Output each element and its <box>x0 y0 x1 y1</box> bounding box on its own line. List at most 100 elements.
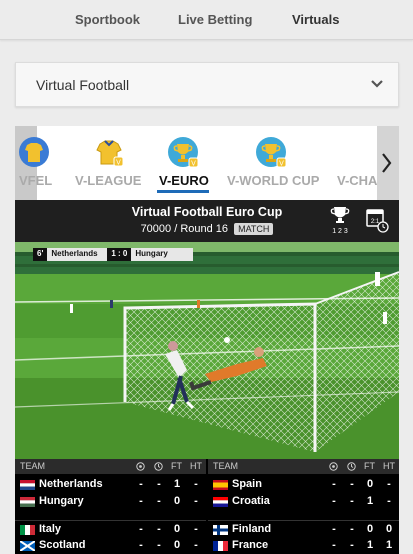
tab-virtuals[interactable]: Virtuals <box>292 12 339 27</box>
svg-text:V: V <box>191 161 196 168</box>
soccer-ball-icon <box>329 462 338 471</box>
ht-score: 1 <box>385 539 393 551</box>
score-cell: - <box>157 539 161 551</box>
results-table: TEAM FT HT TEAM FT HT Netherlands - - 1 … <box>15 459 399 554</box>
croatia-flag-icon <box>213 497 228 507</box>
ht-score: - <box>194 495 198 507</box>
tab-live-betting[interactable]: Live Betting <box>178 12 252 27</box>
trophy-icon: V <box>168 137 199 168</box>
match-button[interactable]: MATCH <box>234 223 274 235</box>
header-ht: HT <box>383 461 395 471</box>
table-row[interactable]: Italy - - 0 - <box>15 520 206 537</box>
netherlands-flag-icon <box>20 480 35 490</box>
table-row[interactable]: Scotland - - 0 - <box>15 537 206 554</box>
clock-icon <box>154 462 163 471</box>
match-video[interactable]: 6' Netherlands 1 : 0 Hungary <box>15 242 399 459</box>
top-nav: Sportbook Live Betting Virtuals <box>0 0 413 40</box>
team-name: Netherlands <box>39 478 103 490</box>
scotland-flag-icon <box>20 541 35 551</box>
table-row[interactable]: Finland - - 0 0 <box>208 520 399 537</box>
header-team: TEAM <box>20 461 46 471</box>
header-ht: HT <box>190 461 202 471</box>
france-flag-icon <box>213 541 228 551</box>
score-cell: - <box>139 478 143 490</box>
score-cell: - <box>139 539 143 551</box>
active-league-underline <box>157 190 209 193</box>
results-header-left: TEAM FT HT <box>15 459 206 474</box>
score-cell: - <box>332 495 336 507</box>
ft-score: 0 <box>366 478 374 490</box>
league-v-world-cup[interactable]: V V-WORLD CUP <box>225 126 321 200</box>
score-cell: - <box>350 495 354 507</box>
score-cell: - <box>157 495 161 507</box>
ft-score: 0 <box>366 523 374 535</box>
table-row[interactable]: Spain - - 0 - <box>208 476 399 493</box>
team-name: France <box>232 539 269 551</box>
clock-icon <box>347 462 356 471</box>
header-team: TEAM <box>213 461 239 471</box>
event-info-bar: Virtual Football Euro Cup 70000 / Round … <box>15 200 399 242</box>
svg-text:V: V <box>279 161 284 168</box>
ht-score: - <box>387 478 391 490</box>
score-cell: - <box>139 495 143 507</box>
league-vfel[interactable]: VFEL <box>15 126 59 200</box>
scorebug-away: Hungary <box>131 248 194 261</box>
score-cell: - <box>332 478 336 490</box>
ht-score: 0 <box>385 523 393 535</box>
jersey-icon <box>19 137 49 167</box>
tab-sportbook[interactable]: Sportbook <box>75 12 140 27</box>
ft-score: 1 <box>366 495 374 507</box>
league-v-euro[interactable]: V V-EURO <box>157 126 209 200</box>
pitch-scene <box>15 242 399 459</box>
team-name: Spain <box>232 478 262 490</box>
ft-score: 1 <box>173 478 181 490</box>
league-v-league[interactable]: V V-LEAGUE <box>73 126 151 200</box>
results-header-right: TEAM FT HT <box>208 459 399 474</box>
ft-score: 1 <box>366 539 374 551</box>
score-cell: - <box>350 539 354 551</box>
match-minute: 6' <box>33 248 48 261</box>
section-label: Virtual Football <box>36 77 130 93</box>
ht-score: - <box>194 539 198 551</box>
round-text: 70000 / Round 16 <box>140 223 229 235</box>
trophy-icon: V <box>256 137 287 168</box>
table-row[interactable]: Netherlands - - 1 - <box>15 476 206 493</box>
score-cell: - <box>332 539 336 551</box>
ht-score: - <box>387 495 391 507</box>
header-ft: FT <box>364 461 375 471</box>
finland-flag-icon <box>213 525 228 535</box>
scorebug-score: 1 : 0 <box>107 248 132 261</box>
chevron-right-icon <box>382 153 392 173</box>
league-label: VFEL <box>19 173 53 188</box>
team-name: Hungary <box>39 495 84 507</box>
scroll-right-button[interactable] <box>377 126 399 200</box>
section-dropdown[interactable]: Virtual Football <box>15 62 399 107</box>
ball <box>224 337 230 343</box>
virtual-game-panel: VFEL V V-LEAGUE V V-EURO V V-WORLD CUP V… <box>15 126 399 554</box>
league-label: V-LEAGUE <box>75 173 142 188</box>
ft-score: 0 <box>173 539 181 551</box>
scorebug-home: Netherlands <box>47 248 108 261</box>
ft-score: 0 <box>173 495 181 507</box>
italy-flag-icon <box>20 525 35 535</box>
header-ft: FT <box>171 461 182 471</box>
score-cell: - <box>139 523 143 535</box>
score-cell: - <box>332 523 336 535</box>
standings-trophy-icon[interactable]: 1 2 3 <box>329 205 351 235</box>
svg-text:V: V <box>116 160 121 167</box>
standings-ticks: 1 2 3 <box>332 228 348 235</box>
league-selector: VFEL V V-LEAGUE V V-EURO V V-WORLD CUP V… <box>15 126 399 200</box>
score-cell: - <box>350 478 354 490</box>
league-label: V-EURO <box>159 173 209 188</box>
calendar-clock-icon[interactable]: 2:1 <box>365 206 389 234</box>
ht-score: - <box>194 523 198 535</box>
team-name: Croatia <box>232 495 270 507</box>
score-cell: - <box>350 523 354 535</box>
table-row[interactable]: France - - 1 1 <box>208 537 399 554</box>
table-row[interactable]: Hungary - - 0 - <box>15 493 206 510</box>
soccer-ball-icon <box>136 462 145 471</box>
chevron-down-icon <box>371 80 383 88</box>
score-cell: - <box>157 478 161 490</box>
video-scorebug: 6' Netherlands 1 : 0 Hungary <box>33 248 194 261</box>
table-row[interactable]: Croatia - - 1 - <box>208 493 399 510</box>
